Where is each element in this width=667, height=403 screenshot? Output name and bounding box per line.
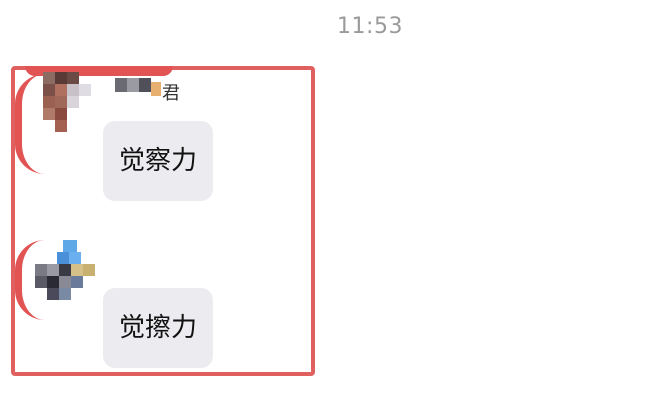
sender-name-text: 君 [162,83,180,104]
highlight-box: 君 觉察力 觉擦力 [11,66,315,376]
chat-timestamp: 11:53 [337,14,403,39]
name-mosaic [139,78,151,92]
avatar[interactable] [23,240,109,320]
message-item: 觉擦力 [15,230,311,372]
avatar[interactable] [23,66,109,146]
name-mosaic [151,82,161,96]
message-bubble[interactable]: 觉擦力 [103,288,214,368]
message-item: 君 觉察力 [15,66,311,216]
name-mosaic [127,78,139,92]
name-mosaic [115,78,127,92]
message-bubble[interactable]: 觉察力 [103,121,214,201]
